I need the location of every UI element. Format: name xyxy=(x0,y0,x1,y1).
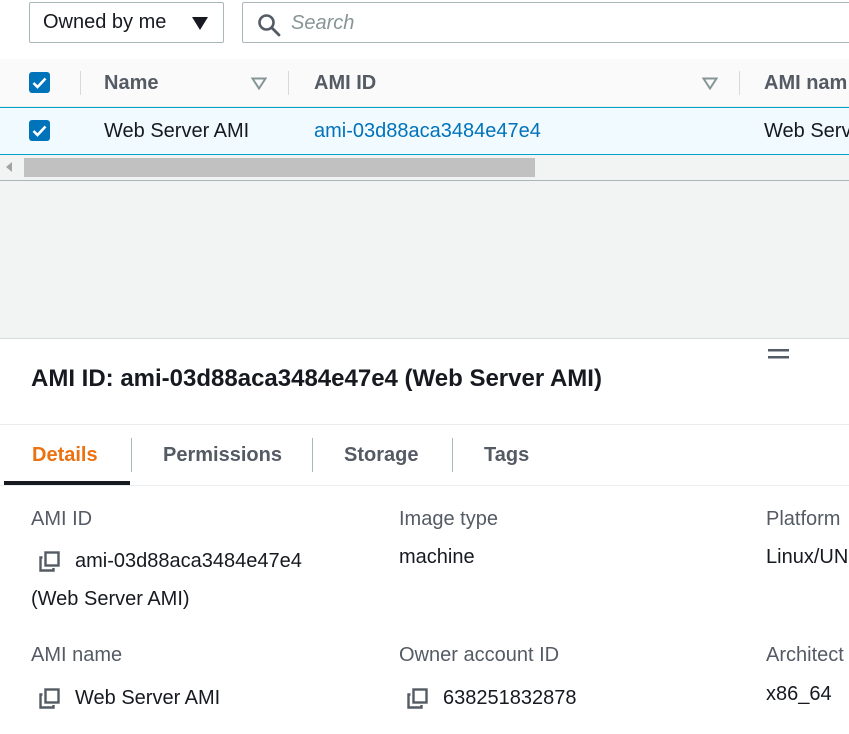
search-input[interactable] xyxy=(291,9,831,37)
column-header-name[interactable]: Name xyxy=(104,59,158,107)
panel-title: AMI ID: ami-03d88aca3484e47e4 (Web Serve… xyxy=(31,365,602,392)
column-header-ami-name[interactable]: AMI nam xyxy=(764,59,847,107)
column-divider xyxy=(288,71,289,95)
image-type-value: machine xyxy=(399,546,475,568)
ami-name-value: Web Server AMI xyxy=(75,687,221,709)
row-ami-id-link[interactable]: ami-03d88aca3484e47e4 xyxy=(314,108,541,154)
row-name-cell: Web Server AMI xyxy=(104,119,250,142)
column-divider xyxy=(739,71,740,95)
tab-divider xyxy=(131,438,132,472)
copy-icon[interactable] xyxy=(39,551,60,572)
image-type-label: Image type xyxy=(399,508,498,530)
ami-id-value-suffix: (Web Server AMI) xyxy=(31,588,190,610)
sort-icon[interactable] xyxy=(251,77,267,90)
select-all-checkbox[interactable] xyxy=(29,72,50,93)
details-panel: AMI ID: ami-03d88aca3484e47e4 (Web Serve… xyxy=(0,339,849,734)
copy-icon[interactable] xyxy=(407,688,428,709)
tab-permissions[interactable]: Permissions xyxy=(163,425,282,485)
column-header-ami-id[interactable]: AMI ID xyxy=(314,59,376,107)
chevron-down-icon xyxy=(192,17,208,30)
owner-filter-value: Owned by me xyxy=(43,11,167,33)
active-tab-indicator xyxy=(4,481,130,485)
platform-label: Platform xyxy=(766,508,841,530)
drag-handle-icon[interactable] xyxy=(768,348,789,360)
ami-id-label: AMI ID xyxy=(31,508,93,530)
platform-value: Linux/UN xyxy=(766,546,849,568)
tab-details[interactable]: Details xyxy=(32,425,98,485)
ami-name-label: AMI name xyxy=(31,644,123,666)
scroll-left-icon[interactable] xyxy=(6,162,13,172)
row-ami-name-cell: Web Serv xyxy=(764,119,849,142)
table-empty-area xyxy=(0,181,849,339)
row-checkbox[interactable] xyxy=(29,120,50,141)
ami-id-value: ami-03d88aca3484e47e4 xyxy=(75,550,302,572)
search-box[interactable] xyxy=(242,2,849,43)
table-row[interactable]: Web Server AMI ami-03d88aca3484e47e4 Web… xyxy=(0,107,849,155)
tab-divider xyxy=(312,438,313,472)
horizontal-scrollbar[interactable] xyxy=(0,155,849,181)
check-icon xyxy=(32,77,47,89)
architecture-value: x86_64 xyxy=(766,683,832,705)
column-divider xyxy=(80,71,81,95)
owner-account-label: Owner account ID xyxy=(399,644,560,666)
copy-icon[interactable] xyxy=(39,688,60,709)
sort-icon[interactable] xyxy=(702,77,718,90)
search-icon xyxy=(258,14,281,37)
owner-account-value: 638251832878 xyxy=(443,687,577,709)
tab-divider xyxy=(452,438,453,472)
architecture-label: Architect xyxy=(766,644,844,666)
tab-storage[interactable]: Storage xyxy=(344,425,418,485)
table-header: Name AMI ID AMI nam xyxy=(0,59,849,107)
owner-filter-select[interactable]: Owned by me xyxy=(29,2,224,43)
details-tabs: Details Permissions Storage Tags xyxy=(0,424,849,486)
check-icon xyxy=(32,125,47,137)
scrollbar-thumb[interactable] xyxy=(24,158,535,177)
tab-tags[interactable]: Tags xyxy=(484,425,529,485)
